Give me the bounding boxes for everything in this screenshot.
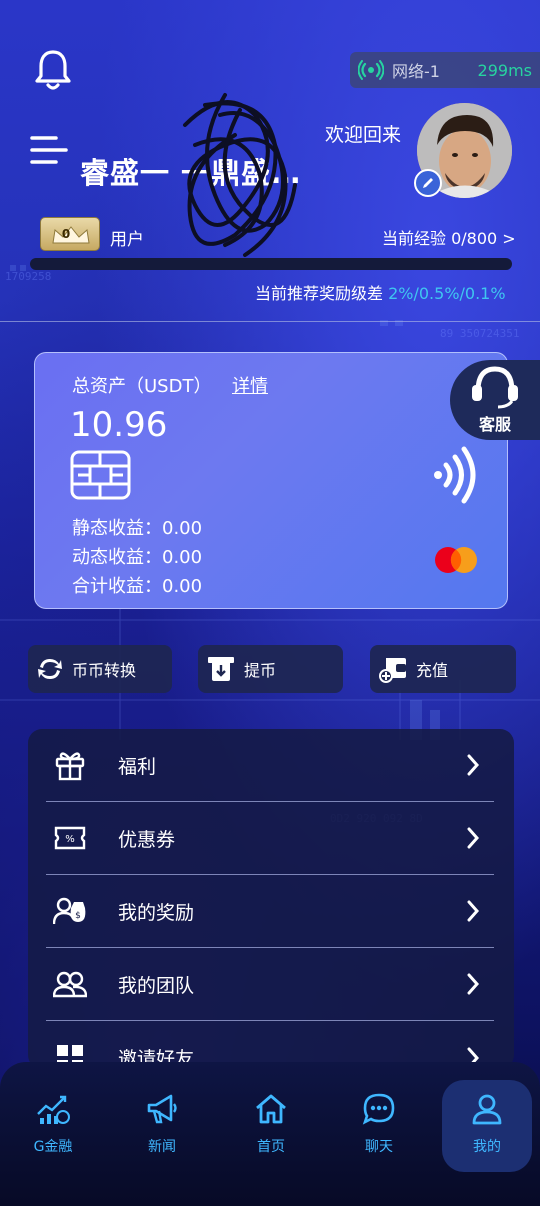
total-assets-value: 10.96 [70,405,168,445]
latency-value: 299ms [477,60,532,80]
menu-label-welfare: 福利 [118,755,157,778]
reward-values: 2%/0.5%/0.1% [388,284,506,303]
chevron-right-icon [467,827,480,849]
experience-link[interactable]: 当前经验 0/800 > [382,225,516,249]
user-icon [472,1094,502,1125]
tab-label-finance: G金融 [33,1139,73,1155]
edit-avatar-icon[interactable] [414,169,442,197]
menu-item-coupons[interactable]: % 优惠券 [46,802,494,875]
user-role-label: 用户 [110,230,144,250]
withdraw-icon [208,657,234,681]
svg-text:1709258: 1709258 [5,270,51,283]
customer-service-label: 客服 [478,415,511,434]
dynamic-income: 动态收益：0.00 [72,547,203,568]
header-divider [0,321,540,322]
network-status[interactable]: 网络-1 299ms [350,52,540,88]
deposit-button[interactable]: 充值 [370,645,516,693]
menu-icon[interactable] [30,135,68,165]
referral-reward-text: 当前推荐奖励级差 2%/0.5%/0.1% [255,280,506,304]
tab-label-chat: 聊天 [365,1139,393,1155]
welcome-text: 欢迎回来 [325,124,402,146]
exchange-icon [38,659,62,679]
tab-label-mine: 我的 [473,1139,501,1155]
network-label: 网络-1 [392,62,440,81]
menu-label-coupons: 优惠券 [118,828,176,851]
reward-label: 当前推荐奖励级差 [255,284,389,303]
card-chip-icon [70,450,131,500]
deposit-wallet-icon [379,658,406,683]
reward-icon: $ [53,897,86,925]
notification-bell-icon[interactable] [33,48,73,92]
svg-text:%: % [65,834,75,845]
megaphone-icon [147,1094,177,1124]
withdraw-label: 提币 [244,661,277,680]
tab-home[interactable]: 首页 [226,1090,316,1156]
tab-finance[interactable]: G金融 [8,1090,98,1156]
menu-label-rewards: 我的奖励 [118,901,195,924]
customer-service-button[interactable]: 客服 [450,360,540,440]
svg-text:$: $ [75,911,81,921]
deposit-label: 充值 [416,661,449,680]
redaction-scribble [183,93,297,257]
team-icon [53,971,87,998]
chevron-right-icon [467,973,480,995]
tab-label-news: 新闻 [148,1139,176,1155]
menu-label-team: 我的团队 [118,974,195,997]
exchange-label: 币币转换 [72,661,137,680]
static-income: 静态收益：0.00 [72,518,203,539]
contactless-icon [434,446,476,504]
finance-chart-icon [37,1095,70,1124]
tab-mine[interactable]: 我的 [442,1090,532,1156]
signal-icon [358,60,384,80]
chevron-right-icon [467,754,480,776]
experience-progress-bar [30,258,512,270]
total-income: 合计收益：0.00 [72,576,203,597]
details-link[interactable]: 详情 [232,372,268,398]
exchange-button[interactable]: 币币转换 [28,645,172,693]
menu-item-welfare[interactable]: 福利 [46,729,494,802]
gift-icon [55,752,85,781]
menu-item-rewards[interactable]: $ 我的奖励 [46,875,494,948]
total-assets-label: 总资产（USDT） [72,376,212,397]
level-number: 0 [61,227,71,241]
menu-list: 福利 % 优惠券 $ 我的奖励 我的团队 邀请好友 [28,729,514,1069]
chevron-right-icon [467,900,480,922]
tab-label-home: 首页 [257,1139,285,1155]
home-icon [256,1094,286,1124]
withdraw-button[interactable]: 提币 [198,645,343,693]
menu-item-team[interactable]: 我的团队 [46,948,494,1021]
svg-text:89 350724351: 89 350724351 [440,327,519,340]
mastercard-logo-icon [435,547,477,573]
chat-icon [362,1093,395,1125]
tab-chat[interactable]: 聊天 [334,1090,424,1156]
headset-icon [472,366,518,409]
tab-news[interactable]: 新闻 [117,1090,207,1156]
coupon-icon: % [54,826,86,850]
